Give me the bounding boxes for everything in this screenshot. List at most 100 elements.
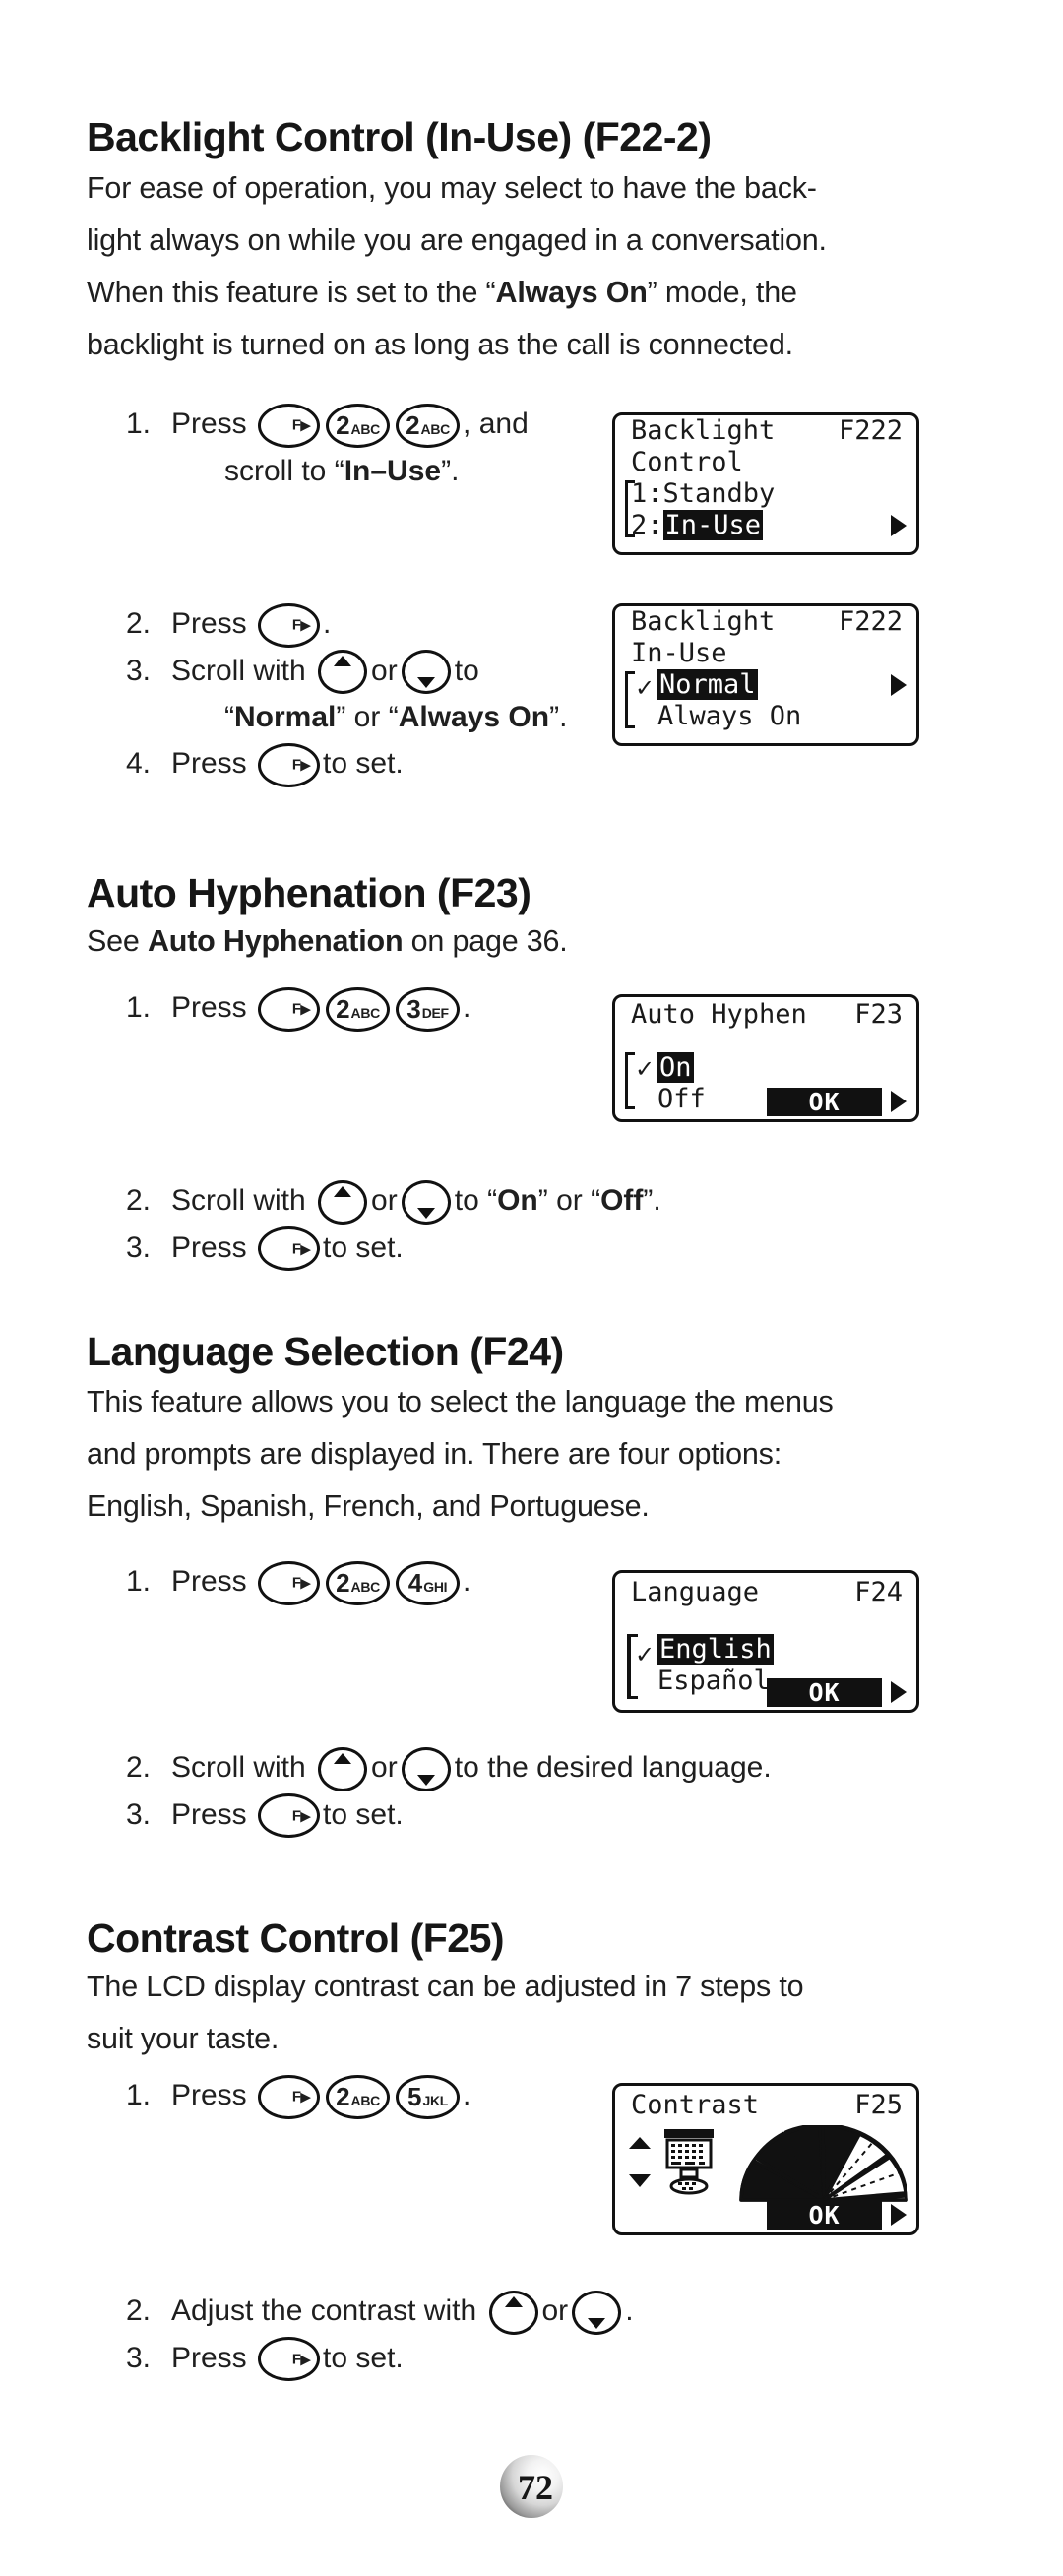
body-line-text: light always on while you are engaged in… — [87, 223, 827, 257]
triangle-right-icon[interactable] — [891, 1681, 907, 1703]
lcd-line-selected[interactable]: Normal — [615, 669, 916, 701]
triangle-up-icon — [334, 656, 352, 667]
lcd-language: Language F24 English Español ✓ OK — [612, 1570, 919, 1713]
key-2[interactable]: 2 ABC — [396, 403, 461, 448]
ok-button[interactable]: OK — [767, 1678, 882, 1707]
triangle-right-icon: ▶ — [300, 617, 311, 633]
triangle-up-icon — [504, 2295, 523, 2307]
key-function[interactable]: F▶ — [258, 1226, 321, 1272]
step-number: 2. — [126, 1184, 152, 1217]
key-function[interactable]: F▶ — [258, 403, 321, 448]
key-2[interactable]: 2 ABC — [326, 986, 391, 1032]
list-bracket — [625, 1052, 635, 1109]
section-body-backlight: For ease of operation, you may select to… — [87, 162, 977, 371]
triangle-right-icon: ▶ — [300, 1808, 311, 1824]
lcd-contrast: Contrast F25 OK — [612, 2083, 919, 2235]
triangle-right-icon[interactable] — [891, 515, 907, 536]
key-function[interactable]: F▶ — [258, 2337, 321, 2382]
section-body-language: This feature allows you to select the la… — [87, 1376, 977, 1533]
key-scroll-down[interactable] — [572, 2290, 622, 2335]
key-scroll-up[interactable] — [488, 2290, 538, 2335]
key-digit: 4 — [407, 1568, 423, 1599]
key-function-label: F — [291, 1574, 301, 1592]
lcd-line[interactable]: Always On — [615, 701, 916, 732]
step-verb: Press — [171, 408, 247, 440]
ok-button[interactable]: OK — [767, 1088, 882, 1116]
step-item: 1. Press F▶ 2 ABC 3 DEF. — [116, 984, 470, 1032]
key-letters: DEF — [421, 1005, 449, 1022]
key-scroll-down[interactable] — [401, 1179, 451, 1225]
ok-button-label: OK — [808, 1088, 841, 1116]
key-2[interactable]: 2 ABC — [326, 403, 391, 448]
step-bold: In–Use — [344, 454, 442, 487]
lcd-line[interactable]: 1:Standby — [615, 478, 916, 510]
key-digit: 5 — [407, 2082, 422, 2112]
step-number: 3. — [126, 1797, 152, 1831]
step-number: 3. — [126, 2341, 152, 2374]
key-2[interactable]: 2 ABC — [326, 1560, 391, 1605]
step-number: 1. — [126, 2079, 152, 2111]
step-item: 3. Press F▶ to set. — [116, 1791, 772, 1839]
key-function[interactable]: F▶ — [258, 986, 321, 1032]
step-tail: . — [463, 2079, 471, 2111]
triangle-right-icon[interactable] — [891, 2204, 907, 2226]
body-bold: Always On — [495, 276, 648, 309]
key-scroll-down[interactable] — [401, 650, 451, 695]
steps-language: 1. Press F▶ 2 ABC 4 GHI. — [116, 1558, 470, 1605]
key-scroll-up[interactable] — [318, 1746, 368, 1791]
triangle-down-icon — [416, 1774, 435, 1786]
step-tail: to the desired language. — [454, 1751, 772, 1784]
step-number: 2. — [126, 1751, 152, 1784]
section-body-hyphenation: See Auto Hyphenation on page 36. — [87, 924, 568, 958]
key-letters: ABC — [350, 421, 381, 438]
lcd-title-row: Backlight F222 — [615, 606, 916, 638]
key-function[interactable]: F▶ — [258, 742, 321, 787]
lcd-auto-hyphen: Auto Hyphen F23 On Off ✓ OK — [612, 994, 919, 1122]
ok-button[interactable]: OK — [767, 2201, 882, 2230]
section-body-contrast: The LCD display contrast can be adjusted… — [87, 1961, 977, 2065]
steps-contrast-2: 2. Adjust the contrast with or. 3. Press… — [116, 2288, 634, 2382]
step-continuation: scroll to “In–Use”. — [224, 454, 460, 487]
key-3[interactable]: 3 DEF — [396, 986, 461, 1032]
key-scroll-down[interactable] — [401, 1746, 451, 1791]
lcd-line-selected[interactable]: English — [615, 1634, 916, 1665]
key-letters: JKL — [422, 2093, 449, 2109]
step-item: 2. Scroll with or to “On” or “Off”. — [116, 1177, 661, 1225]
key-function[interactable]: F▶ — [258, 1560, 321, 1605]
lcd-line-text: Always On — [657, 701, 802, 731]
step-verb: Press — [171, 2079, 247, 2111]
body-line-text: backlight is turned on as long as the ca… — [87, 328, 793, 361]
lcd-highlight: In-Use — [662, 510, 764, 540]
manual-page: Backlight Control (In-Use) (F22-2) For e… — [0, 0, 1063, 2576]
key-digit: 2 — [336, 2082, 350, 2112]
key-4[interactable]: 4 GHI — [396, 1560, 461, 1605]
key-letters: ABC — [350, 1005, 381, 1022]
key-function[interactable]: F▶ — [258, 1793, 321, 1839]
triangle-right-icon[interactable] — [891, 1091, 907, 1112]
key-function[interactable]: F▶ — [258, 2074, 321, 2119]
key-digit: 2 — [336, 994, 350, 1025]
key-scroll-up[interactable] — [318, 1179, 368, 1225]
step-number: 1. — [126, 408, 152, 440]
step-verb: Adjust the contrast with — [171, 2294, 477, 2327]
key-scroll-up[interactable] — [318, 650, 368, 695]
lcd-code: F23 — [854, 999, 903, 1030]
step-continuation: “Normal” or “Always On”. — [224, 701, 568, 734]
step-item: 1. Press F▶ 2 ABC 4 GHI. — [116, 1558, 470, 1605]
lcd-line-selected[interactable]: On — [615, 1052, 916, 1084]
key-2[interactable]: 2 ABC — [326, 2074, 391, 2119]
ok-button-label: OK — [808, 1678, 841, 1707]
step-verb: Press — [171, 991, 247, 1024]
key-5[interactable]: 5 JKL — [396, 2074, 461, 2119]
body-line-text: suit your taste. — [87, 2022, 280, 2055]
lcd-title: Language — [631, 1577, 760, 1607]
list-bracket — [625, 480, 635, 537]
lcd-title: Backlight — [631, 415, 776, 446]
lcd-line-selected[interactable]: 2:In-Use — [615, 510, 916, 541]
body-line: suit your taste. — [87, 2013, 977, 2065]
list-bracket — [627, 1634, 638, 1699]
key-function[interactable]: F▶ — [258, 602, 321, 648]
triangle-right-icon[interactable] — [891, 674, 907, 696]
step-tail: . — [463, 1565, 471, 1598]
body-line-text: and prompts are displayed in. There are … — [87, 1437, 782, 1471]
